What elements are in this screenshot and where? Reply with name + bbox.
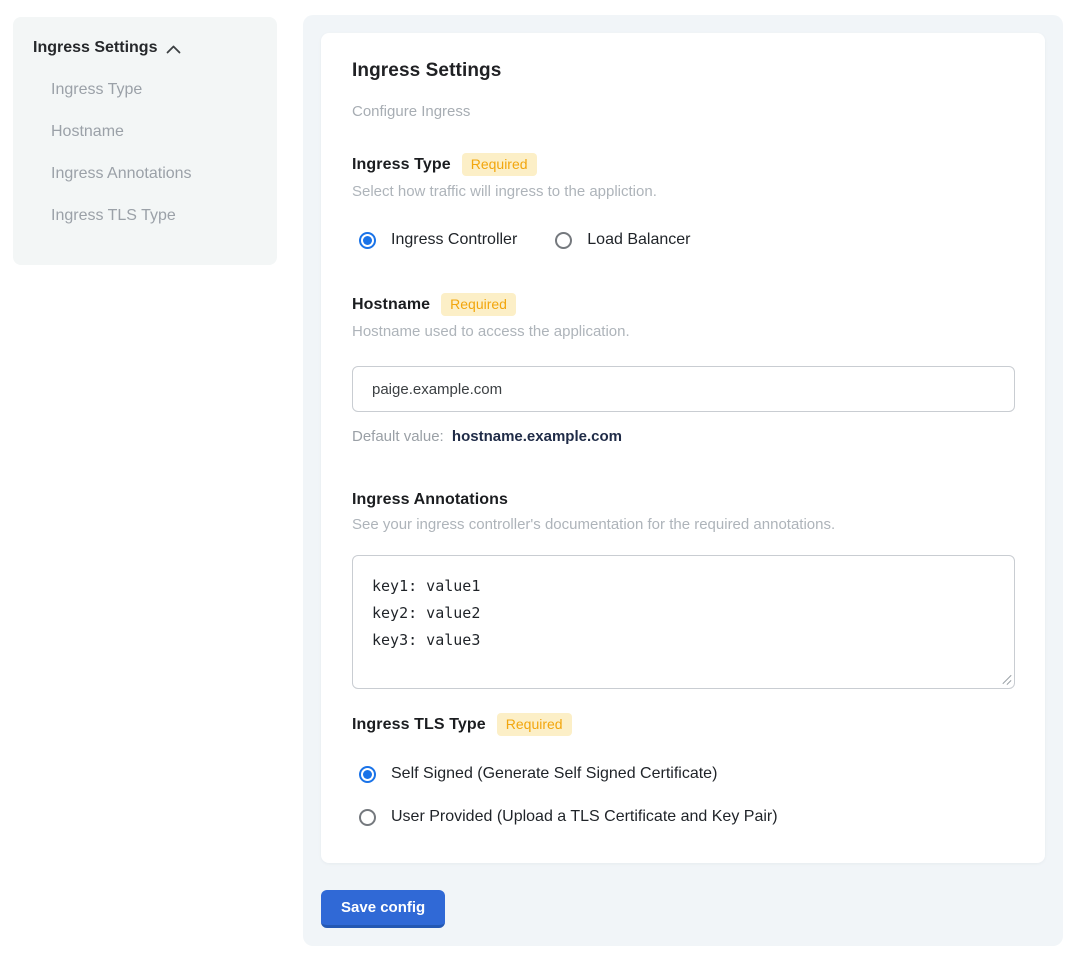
ingress-annotations-textarea[interactable]: key1: value1 key2: value2 key3: value3: [352, 555, 1015, 689]
radio-option-label: Load Balancer: [587, 231, 690, 249]
hostname-default-line: Default value: hostname.example.com: [352, 428, 1015, 445]
ingress-settings-card: Ingress Settings Configure Ingress Ingre…: [321, 33, 1045, 863]
sidebar-item-ingress-type[interactable]: Ingress Type: [33, 80, 257, 99]
ingress-tls-type-label: Ingress TLS Type: [352, 716, 486, 734]
ingress-type-description: Select how traffic will ingress to the a…: [352, 183, 1015, 200]
required-badge: Required: [497, 713, 572, 736]
hostname-input[interactable]: [352, 366, 1015, 412]
sidebar-item-ingress-tls-type[interactable]: Ingress TLS Type: [33, 206, 257, 225]
ingress-annotations-section: Ingress Annotations See your ingress con…: [352, 491, 1015, 689]
resize-handle-icon[interactable]: [1001, 674, 1012, 685]
sidebar-section-title: Ingress Settings: [33, 39, 157, 57]
radio-option-label: Ingress Controller: [391, 231, 517, 249]
radio-selected-icon[interactable]: [359, 232, 376, 249]
ingress-annotations-label: Ingress Annotations: [352, 491, 508, 509]
ingress-type-section: Ingress Type Required Select how traffic…: [352, 153, 1015, 249]
page-title: Ingress Settings: [352, 60, 1015, 82]
ingress-annotations-description: See your ingress controller's documentat…: [352, 516, 1015, 533]
required-badge: Required: [462, 153, 537, 176]
radio-selected-icon[interactable]: [359, 766, 376, 783]
radio-unselected-icon[interactable]: [359, 809, 376, 826]
radio-option-label: User Provided (Upload a TLS Certificate …: [391, 808, 778, 826]
ingress-tls-type-section: Ingress TLS Type Required Self Signed (G…: [352, 713, 1015, 826]
radio-option-self-signed[interactable]: Self Signed (Generate Self Signed Certif…: [359, 765, 1015, 783]
radio-option-ingress-controller[interactable]: Ingress Controller: [359, 231, 517, 249]
radio-option-load-balancer[interactable]: Load Balancer: [555, 231, 690, 249]
radio-option-user-provided[interactable]: User Provided (Upload a TLS Certificate …: [359, 808, 1015, 826]
chevron-up-icon: [166, 45, 181, 54]
ingress-type-label: Ingress Type: [352, 156, 451, 174]
hostname-label: Hostname: [352, 296, 430, 314]
required-badge: Required: [441, 293, 516, 316]
page-subtitle: Configure Ingress: [352, 103, 1015, 120]
ingress-settings-panel: Ingress Settings Configure Ingress Ingre…: [303, 15, 1063, 946]
sidebar-item-list: Ingress Type Hostname Ingress Annotation…: [33, 80, 257, 225]
sidebar-section-toggle[interactable]: Ingress Settings: [33, 39, 257, 57]
default-value-text: hostname.example.com: [452, 428, 622, 445]
settings-sidebar: Ingress Settings Ingress Type Hostname I…: [13, 17, 277, 265]
ingress-tls-radio-group: Self Signed (Generate Self Signed Certif…: [359, 765, 1015, 826]
sidebar-item-hostname[interactable]: Hostname: [33, 122, 257, 141]
hostname-description: Hostname used to access the application.: [352, 323, 1015, 340]
radio-unselected-icon[interactable]: [555, 232, 572, 249]
ingress-type-radio-group: Ingress Controller Load Balancer: [359, 231, 1015, 249]
save-config-button[interactable]: Save config: [321, 890, 445, 928]
default-value-prefix: Default value:: [352, 428, 444, 445]
radio-option-label: Self Signed (Generate Self Signed Certif…: [391, 765, 717, 783]
hostname-section: Hostname Required Hostname used to acces…: [352, 293, 1015, 445]
sidebar-item-ingress-annotations[interactable]: Ingress Annotations: [33, 164, 257, 183]
